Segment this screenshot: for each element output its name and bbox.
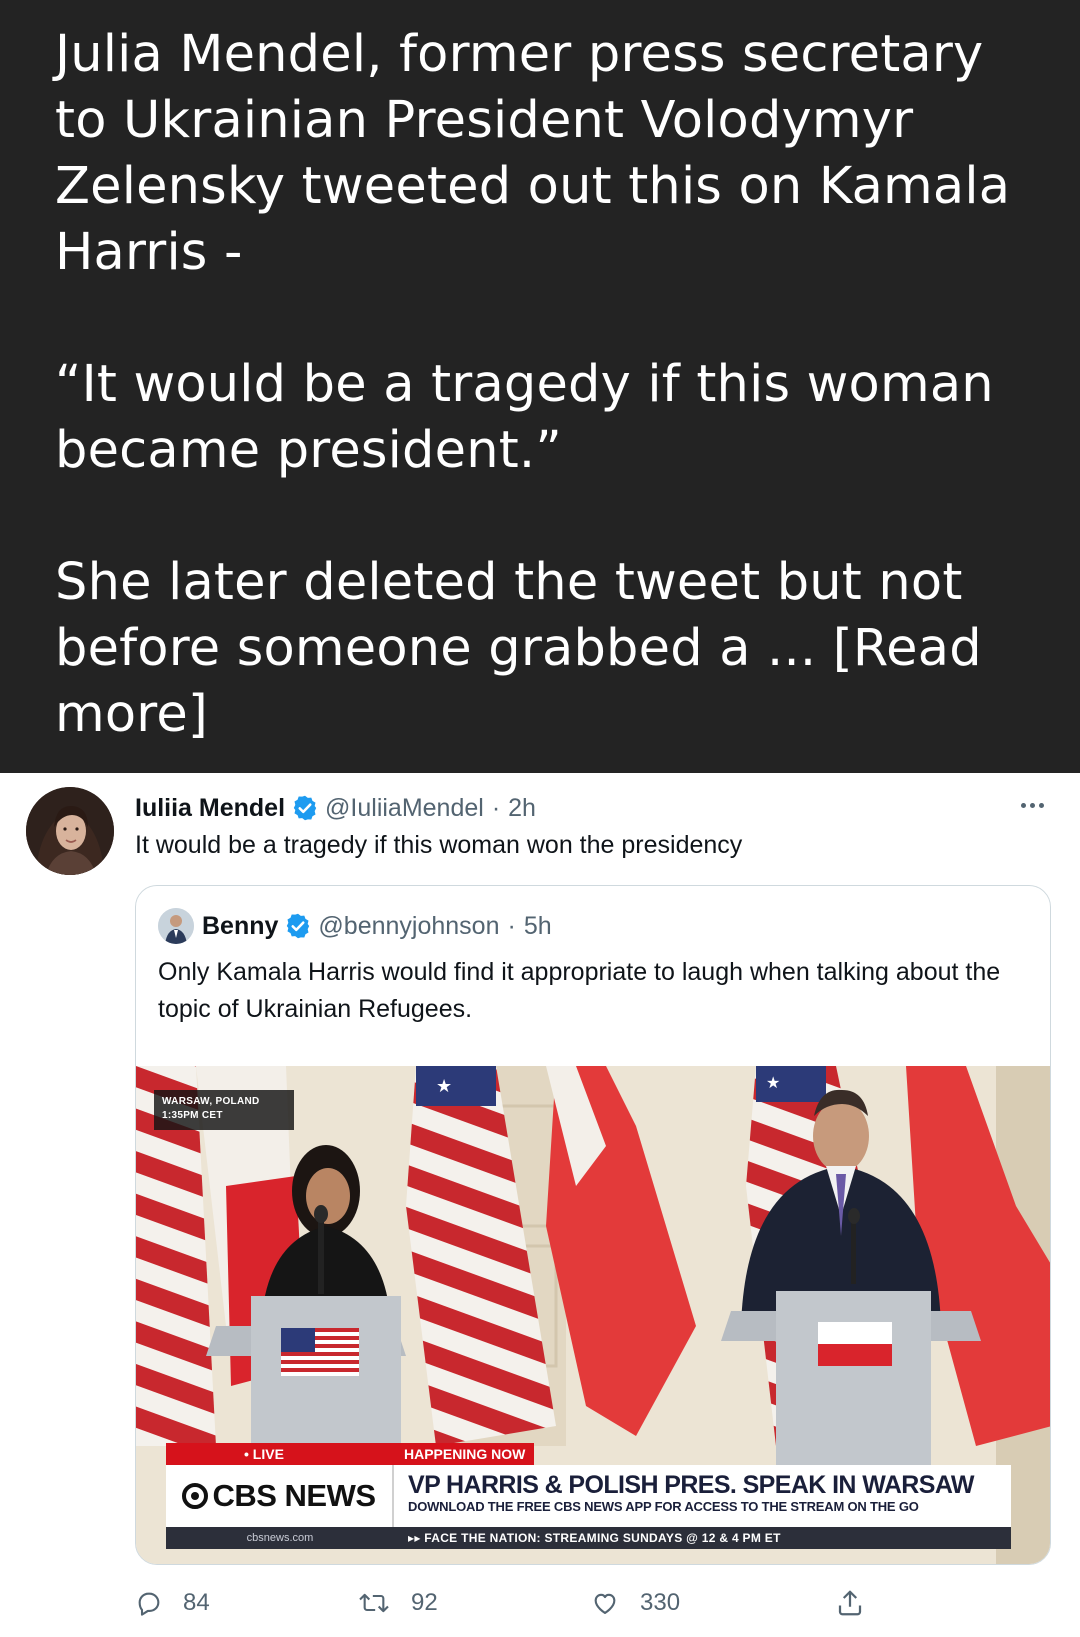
retweet-count: 92 [411, 1589, 438, 1616]
quoted-timestamp: 5h [523, 911, 552, 940]
verified-badge-icon [291, 794, 319, 822]
heart-icon [594, 1593, 616, 1614]
chyron-tags: • LIVE HAPPENING NOW [166, 1443, 534, 1465]
embedded-tweet: Iuliia Mendel @IuliiaMendel · 2h It woul… [0, 773, 1080, 1637]
timestamp[interactable]: 2h [508, 794, 536, 823]
tweet-header: Iuliia Mendel @IuliiaMendel · 2h [135, 791, 536, 825]
tweet-action-bar: 84 92 330 [135, 1583, 1035, 1623]
ticker-text: ▸▸ FACE THE NATION: STREAMING SUNDAYS @ … [408, 1531, 781, 1545]
retweet-button[interactable]: 92 [357, 1583, 438, 1623]
post-paragraph-intro: Julia Mendel, former press secretary to … [55, 25, 1011, 282]
location-label: WARSAW, POLAND [162, 1096, 260, 1107]
svg-text:★: ★ [766, 1073, 780, 1092]
quoted-verified-badge-icon [284, 912, 312, 940]
quoted-tweet[interactable]: Benny @bennyjohnson · 5h Only Kamala Har… [135, 885, 1051, 1565]
share-button[interactable] [835, 1583, 885, 1623]
more-options-icon[interactable] [1014, 793, 1050, 817]
reply-icon [138, 1592, 160, 1616]
broadcast-time-label: 1:35PM CET [162, 1110, 223, 1121]
happening-now-tag: HAPPENING NOW [394, 1443, 534, 1465]
cbs-eye-icon [182, 1483, 209, 1509]
reply-count: 84 [183, 1589, 210, 1616]
quoted-avatar [158, 908, 194, 944]
chyron-headline: VP HARRIS & POLISH PRES. SPEAK IN WARSAW [408, 1471, 975, 1499]
post-paragraph-quote: “It would be a tragedy if this woman bec… [55, 355, 994, 480]
quoted-display-name: Benny [202, 911, 279, 940]
display-name[interactable]: Iuliia Mendel [135, 794, 285, 823]
avatar[interactable] [26, 787, 114, 875]
cbs-news-logo: CBS NEWS [166, 1465, 394, 1527]
like-count: 330 [640, 1589, 681, 1616]
location-timestamp-box: WARSAW, POLAND 1:35PM CET [154, 1090, 294, 1130]
news-ticker: cbsnews.com ▸▸ FACE THE NATION: STREAMIN… [166, 1527, 1011, 1549]
post-paragraph-continued: She later deleted the tweet but not befo… [55, 550, 1040, 748]
retweet-icon [359, 1593, 389, 1613]
quoted-handle: @bennyjohnson [318, 911, 500, 940]
quoted-tweet-header: Benny @bennyjohnson · 5h [158, 908, 552, 944]
news-broadcast-image[interactable]: ★ ★ WARSAW, POLAND 1:35PM CET • LIVE HAP… [136, 1066, 1050, 1564]
live-tag: • LIVE [166, 1443, 394, 1465]
separator: · [491, 793, 501, 822]
chyron-subline: DOWNLOAD THE FREE CBS NEWS APP FOR ACCES… [408, 1499, 919, 1514]
ticker-site: cbsnews.com [246, 1532, 314, 1544]
share-icon [838, 1590, 862, 1616]
svg-text:★: ★ [436, 1076, 452, 1097]
like-button[interactable]: 330 [590, 1583, 680, 1623]
tweet-text: It would be a tragedy if this woman won … [135, 831, 743, 859]
post-text-block: Julia Mendel, former press secretary to … [0, 0, 1080, 773]
quoted-tweet-text: Only Kamala Harris would find it appropr… [158, 958, 1001, 1023]
reply-button[interactable]: 84 [135, 1583, 210, 1623]
quoted-separator: · [507, 911, 516, 940]
post-paragraph-truncated: She later deleted the tweet but not befo… [55, 553, 963, 678]
handle[interactable]: @IuliiaMendel [325, 794, 484, 823]
network-name: CBS NEWS [212, 1478, 376, 1513]
news-chyron: CBS NEWS VP HARRIS & POLISH PRES. SPEAK … [166, 1465, 1011, 1527]
